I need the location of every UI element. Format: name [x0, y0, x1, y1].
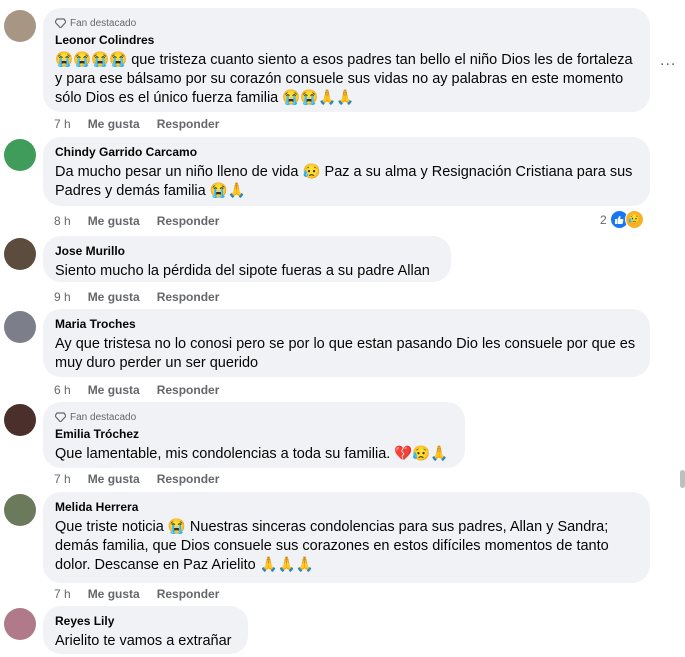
comment-bubble: Reyes Lily Arielito te vamos a extrañar	[43, 606, 248, 654]
comment-bubble: Fan destacado Emilia Tróchez Que lamenta…	[43, 402, 465, 468]
comment-author[interactable]: Leonor Colindres	[55, 33, 638, 48]
comment-time[interactable]: 7 h	[54, 472, 71, 486]
avatar[interactable]	[4, 608, 36, 640]
comment-actions: 8 h Me gusta Responder	[54, 214, 236, 228]
reply-link[interactable]: Responder	[157, 587, 220, 601]
like-link[interactable]: Me gusta	[88, 587, 140, 601]
comment-bubble: Melida Herrera Que triste noticia 😭 Nues…	[43, 492, 650, 583]
like-link[interactable]: Me gusta	[88, 117, 140, 131]
comment-bubble: Maria Troches Ay que tristesa no lo cono…	[43, 309, 650, 377]
comment-author[interactable]: Jose Murillo	[55, 244, 439, 259]
reply-link[interactable]: Responder	[157, 214, 220, 228]
reply-link[interactable]: Responder	[157, 383, 220, 397]
badge-label: Fan destacado	[70, 411, 137, 423]
reply-link[interactable]: Responder	[157, 290, 220, 304]
comment-text: Ay que tristesa no lo conosi pero se por…	[55, 336, 636, 371]
avatar[interactable]	[4, 139, 36, 171]
comment-time[interactable]: 7 h	[54, 117, 71, 131]
comment-author[interactable]: Emilia Tróchez	[55, 427, 453, 442]
like-link[interactable]: Me gusta	[88, 290, 140, 304]
avatar[interactable]	[4, 10, 36, 42]
comment-time[interactable]: 7 h	[54, 587, 71, 601]
comment-time[interactable]: 6 h	[54, 383, 71, 397]
comment-text: Da mucho pesar un niño lleno de vida 😥 P…	[55, 164, 633, 199]
like-link[interactable]: Me gusta	[88, 214, 140, 228]
top-fan-badge: Fan destacado	[55, 16, 638, 30]
comment-actions: 7 h Me gusta Responder	[54, 587, 236, 601]
diamond-icon	[55, 18, 66, 28]
reaction-count: 2	[600, 212, 607, 227]
comment-actions: 9 h Me gusta Responder	[54, 290, 236, 304]
avatar[interactable]	[4, 238, 36, 270]
comment-bubble: Chindy Garrido Carcamo Da mucho pesar un…	[43, 137, 650, 206]
reaction-summary[interactable]: 2 😥	[600, 210, 644, 229]
comment-time[interactable]: 9 h	[54, 290, 71, 304]
avatar[interactable]	[4, 494, 36, 526]
comment-text: Que lamentable, mis condolencias a toda …	[55, 446, 449, 462]
comment-actions: 7 h Me gusta Responder	[54, 117, 236, 131]
diamond-icon	[55, 412, 66, 422]
comment-text: Arielito te vamos a extrañar	[55, 633, 232, 649]
comment-text: Que triste noticia 😭 Nuestras sinceras c…	[55, 519, 609, 573]
avatar[interactable]	[4, 311, 36, 343]
like-link[interactable]: Me gusta	[88, 472, 140, 486]
avatar[interactable]	[4, 404, 36, 436]
scrollbar-thumb[interactable]	[680, 470, 685, 488]
comment-bubble: Jose Murillo Siento mucho la pérdida del…	[43, 236, 451, 282]
comment-author[interactable]: Reyes Lily	[55, 614, 236, 629]
comment-author[interactable]: Chindy Garrido Carcamo	[55, 145, 638, 160]
comment-author[interactable]: Melida Herrera	[55, 500, 638, 515]
top-fan-badge: Fan destacado	[55, 410, 453, 424]
like-link[interactable]: Me gusta	[88, 383, 140, 397]
comment-actions: 6 h Me gusta Responder	[54, 383, 236, 397]
comment-time[interactable]: 8 h	[54, 214, 71, 228]
comment-author[interactable]: Maria Troches	[55, 317, 638, 332]
reply-link[interactable]: Responder	[157, 117, 220, 131]
comment-text: Siento mucho la pérdida del sipote fuera…	[55, 263, 430, 279]
sad-reaction-icon: 😥	[624, 210, 644, 229]
more-options-icon[interactable]: ...	[660, 52, 676, 70]
reply-link[interactable]: Responder	[157, 472, 220, 486]
comment-bubble: Fan destacado Leonor Colindres 😭😭😭😭 que …	[43, 8, 650, 112]
badge-label: Fan destacado	[70, 17, 137, 29]
comment-actions: 7 h Me gusta Responder	[54, 472, 236, 486]
comment-text: 😭😭😭😭 que tristeza cuanto siento a esos p…	[55, 52, 633, 106]
